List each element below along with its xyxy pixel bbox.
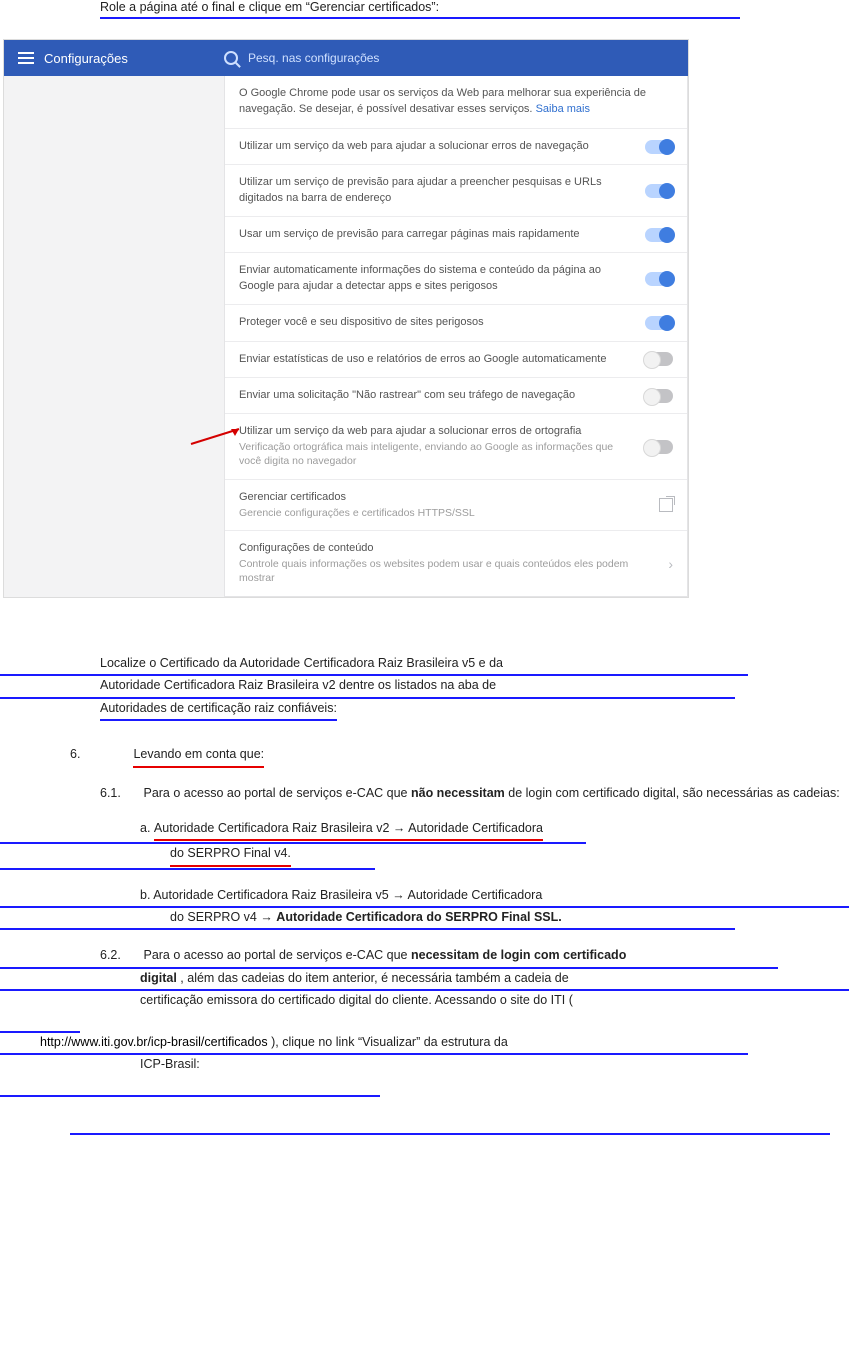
settings-row-label: Enviar estatísticas de uso e relatórios … xyxy=(239,352,645,367)
t-6-1-a: Para o acesso ao portal de serviços e-CA… xyxy=(143,786,411,800)
toggle-switch[interactable] xyxy=(645,140,673,154)
num-6-1: 6.1. xyxy=(100,784,140,803)
chain-b-2: do SERPRO v4 → xyxy=(170,910,276,924)
t-6-1-b: não necessitam xyxy=(411,786,505,800)
settings-row[interactable]: Enviar uma solicitação "Não rastrear" co… xyxy=(225,378,687,414)
settings-screenshot: Configurações Pesq. nas configurações O … xyxy=(3,39,689,598)
label-b: b. xyxy=(140,888,153,902)
step-text-top: Role a página até o final e clique em “G… xyxy=(100,0,439,14)
settings-row-label: Enviar uma solicitação "Não rastrear" co… xyxy=(239,388,645,403)
settings-row[interactable]: Configurações de conteúdoControle quais … xyxy=(225,531,687,596)
privacy-panel: O Google Chrome pode usar os serviços da… xyxy=(224,76,688,597)
learn-more-link[interactable]: Saiba mais xyxy=(536,103,590,115)
menu-icon[interactable] xyxy=(18,52,34,64)
step-1a: Localize o Certificado da Autoridade Cer… xyxy=(100,656,503,670)
search-settings[interactable]: Pesq. nas configurações xyxy=(224,51,688,65)
num-6: 6. xyxy=(70,745,130,764)
t62-c: digital xyxy=(140,971,177,985)
num-6-2: 6.2. xyxy=(100,946,140,965)
settings-row[interactable]: Utilizar um serviço da web para ajudar a… xyxy=(225,129,687,165)
t62-b: necessitam de login com certificado xyxy=(411,948,626,962)
privacy-intro: O Google Chrome pode usar os serviços da… xyxy=(225,76,687,129)
settings-row-label: Gerenciar certificadosGerencie configura… xyxy=(239,490,659,520)
chevron-right-icon[interactable]: › xyxy=(668,556,673,572)
chain-a-1: Autoridade Certificadora Raiz Brasileira… xyxy=(154,821,543,835)
t62-g: ), clique no link “Visualizar” da estrut… xyxy=(271,1035,508,1049)
settings-row[interactable]: Gerenciar certificadosGerencie configura… xyxy=(225,480,687,531)
note-6-text: Levando em conta que: xyxy=(133,745,264,767)
settings-row[interactable]: Enviar estatísticas de uso e relatórios … xyxy=(225,342,687,378)
step-1c: Autoridades de certificação raiz confiáv… xyxy=(100,701,337,715)
settings-row[interactable]: Proteger você e seu dispositivo de sites… xyxy=(225,305,687,341)
toggle-switch[interactable] xyxy=(645,272,673,286)
t62-e: certificação emissora do certificado dig… xyxy=(140,993,573,1007)
toggle-switch[interactable] xyxy=(645,440,673,454)
search-placeholder: Pesq. nas configurações xyxy=(248,51,379,65)
settings-row-label: Enviar automaticamente informações do si… xyxy=(239,263,645,294)
t62-d: , além das cadeias do item anterior, é n… xyxy=(180,971,568,985)
toggle-switch[interactable] xyxy=(645,316,673,330)
toggle-switch[interactable] xyxy=(645,228,673,242)
chain-b-1: Autoridade Certificadora Raiz Brasileira… xyxy=(153,888,542,902)
settings-row-label: Proteger você e seu dispositivo de sites… xyxy=(239,315,645,330)
settings-header: Configurações Pesq. nas configurações xyxy=(4,40,688,76)
t62-f[interactable]: http://www.iti.gov.br/icp-brasil/certifi… xyxy=(40,1035,268,1049)
settings-row-label: Utilizar um serviço da web para ajudar a… xyxy=(239,139,645,154)
settings-row[interactable]: Enviar automaticamente informações do si… xyxy=(225,253,687,305)
step-1b: Autoridade Certificadora Raiz Brasileira… xyxy=(100,678,496,692)
settings-title: Configurações xyxy=(44,51,128,66)
settings-row-sublabel: Gerencie configurações e certificados HT… xyxy=(239,506,645,521)
settings-row[interactable]: Utilizar um serviço de previsão para aju… xyxy=(225,165,687,217)
settings-row[interactable]: Utilizar um serviço da web para ajudar a… xyxy=(225,414,687,480)
toggle-switch[interactable] xyxy=(645,352,673,366)
settings-row-sublabel: Controle quais informações os websites p… xyxy=(239,557,654,586)
t-6-1-c: de login com certificado digital, são ne… xyxy=(508,786,839,800)
chain-a-2: do SERPRO Final v4. xyxy=(170,846,291,860)
search-icon xyxy=(224,51,238,65)
chain-b-3: Autoridade Certificadora do SERPRO Final… xyxy=(276,910,561,924)
toggle-switch[interactable] xyxy=(645,389,673,403)
settings-row-label: Utilizar um serviço de previsão para aju… xyxy=(239,175,645,206)
t62-a: Para o acesso ao portal de serviços e-CA… xyxy=(143,948,411,962)
settings-row-sublabel: Verificação ortográfica mais inteligente… xyxy=(239,440,631,469)
settings-row-label: Configurações de conteúdoControle quais … xyxy=(239,541,668,586)
settings-row-label: Utilizar um serviço da web para ajudar a… xyxy=(239,424,645,469)
t62-h: ICP-Brasil: xyxy=(140,1057,200,1071)
open-external-icon[interactable] xyxy=(659,498,673,512)
settings-row[interactable]: Usar um serviço de previsão para carrega… xyxy=(225,217,687,253)
toggle-switch[interactable] xyxy=(645,184,673,198)
settings-row-label: Usar um serviço de previsão para carrega… xyxy=(239,227,645,242)
